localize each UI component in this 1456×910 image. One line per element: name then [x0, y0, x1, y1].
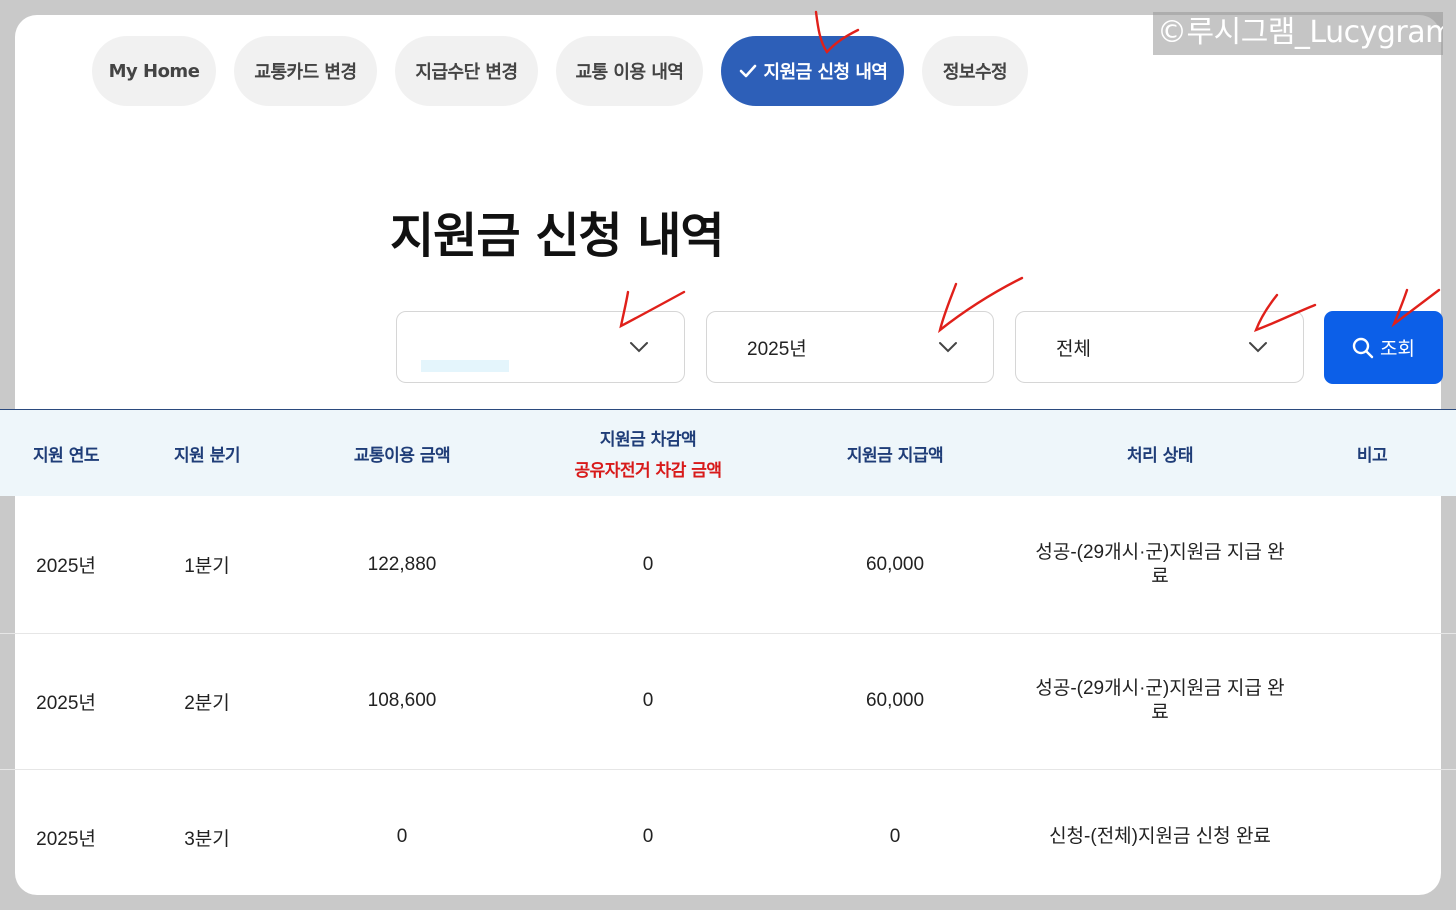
cell-status: 성공-(29개시·군)지원금 지급 완료	[1035, 678, 1285, 723]
cell-note	[1304, 769, 1440, 905]
table-row: 2025년 3분기 0 0 0 신청-(전체)지원금 신청 완료	[0, 769, 1456, 895]
tab-my-home[interactable]: My Home	[92, 36, 216, 106]
column-header-year: 지원 연도	[33, 445, 99, 466]
page-title: 지원금 신청 내역	[390, 208, 725, 264]
cell-deduction: 0	[642, 553, 654, 575]
cell-note	[1304, 496, 1440, 633]
tab-label: 지원금 신청 내역	[763, 62, 888, 83]
search-icon	[1352, 337, 1374, 358]
chevron-down-icon	[939, 342, 957, 353]
chevron-down-icon	[630, 342, 648, 353]
tab-label: 교통 이용 내역	[575, 62, 684, 83]
check-icon	[739, 64, 756, 78]
column-header-status: 처리 상태	[1127, 445, 1193, 466]
column-header-deduction-label: 지원금 차감액	[599, 430, 697, 450]
column-header-deduction: 지원금 차감액 공유자전거 차감 금액	[522, 410, 774, 496]
column-header-quarter: 지원 분기	[174, 445, 240, 466]
tab-label: 정보수정	[942, 62, 1008, 83]
cell-quarter: 1분기	[184, 556, 230, 577]
cell-usage: 0	[396, 826, 408, 847]
cell-payment: 60,000	[865, 553, 925, 575]
table-row: 2025년 2분기 108,600 0 60,000 성공-(29개시·군)지원…	[0, 633, 1456, 770]
column-header-usage: 교통이용 금액	[353, 445, 451, 466]
search-button-label: 조회	[1380, 338, 1415, 360]
column-header-deduction-sub: 공유자전거 차감 금액	[574, 461, 722, 481]
cell-year: 2025년	[36, 828, 96, 850]
chevron-down-icon	[1249, 342, 1267, 353]
tab-label: My Home	[108, 60, 200, 82]
tab-edit-info[interactable]: 정보수정	[922, 36, 1028, 106]
tab-subsidy-application-history[interactable]: 지원금 신청 내역	[721, 36, 904, 106]
year-select[interactable]: 2025년	[706, 311, 994, 383]
tab-label: 지급수단 변경	[415, 62, 518, 83]
cell-year: 2025년	[36, 692, 96, 714]
table-row: 2025년 1분기 122,880 0 60,000 성공-(29개시·군)지원…	[0, 496, 1456, 634]
cell-usage: 108,600	[367, 690, 437, 711]
column-header-note: 비고	[1356, 445, 1388, 466]
status-select-value: 전체	[1056, 338, 1091, 360]
cell-year: 2025년	[36, 556, 96, 577]
cell-status: 성공-(29개시·군)지원금 지급 완료	[1035, 541, 1285, 587]
cell-quarter: 3분기	[184, 828, 230, 850]
cell-payment: 60,000	[865, 690, 925, 711]
table-header: 지원 연도 지원 분기 교통이용 금액 지원금 차감액 공유자전거 차감 금액 …	[0, 409, 1456, 496]
tab-transit-usage-history[interactable]: 교통 이용 내역	[556, 36, 703, 106]
status-select[interactable]: 전체	[1015, 311, 1304, 383]
redacted-value	[421, 360, 509, 372]
cell-usage: 122,880	[367, 553, 437, 575]
year-select-value: 2025년	[747, 338, 807, 360]
cell-deduction: 0	[642, 690, 654, 711]
column-header-payment: 지원금 지급액	[846, 445, 944, 466]
tab-label: 교통카드 변경	[254, 62, 357, 83]
region-select[interactable]	[396, 311, 685, 383]
cell-quarter: 2분기	[184, 692, 230, 714]
cell-status: 신청-(전체)지원금 신청 완료	[1049, 826, 1271, 847]
tab-transit-card-change[interactable]: 교통카드 변경	[234, 36, 377, 106]
watermark: ©루시그램_Lucygram	[1153, 12, 1443, 55]
cell-deduction: 0	[642, 826, 654, 847]
cell-payment: 0	[889, 826, 901, 847]
search-button[interactable]: 조회	[1324, 311, 1443, 384]
cell-note	[1304, 633, 1440, 769]
tab-payment-method-change[interactable]: 지급수단 변경	[395, 36, 538, 106]
